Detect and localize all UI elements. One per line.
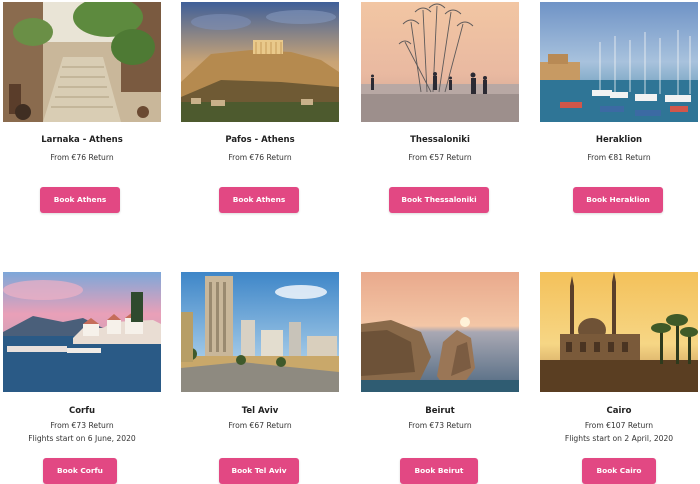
book-heraklion-button[interactable]: Book Heraklion — [573, 187, 663, 213]
card-title: Corfu — [68, 406, 96, 416]
corfu-coast-photo[interactable] — [3, 272, 161, 392]
book-corfu-button[interactable]: Book Corfu — [43, 458, 117, 484]
card-title: Tel Aviv — [241, 406, 279, 416]
card-title: Thessaloniki — [410, 135, 470, 145]
tel-aviv-skyline-photo[interactable] — [181, 272, 339, 392]
pigeon-rocks-photo[interactable] — [361, 272, 519, 392]
book-cairo-button[interactable]: Book Cairo — [582, 458, 656, 484]
acropolis-photo[interactable] — [181, 2, 339, 122]
harbour-photo[interactable] — [540, 2, 698, 122]
card-note: Flights start on 2 April, 2020 — [564, 434, 674, 443]
book-tel-aviv-button[interactable]: Book Tel Aviv — [219, 458, 299, 484]
card-title: Heraklion — [595, 135, 643, 145]
card-price: From €76 Return — [228, 153, 292, 162]
book-athens-button[interactable]: Book Athens — [40, 187, 120, 213]
card-title: Cairo — [606, 406, 632, 416]
card-price: From €73 Return — [408, 421, 472, 430]
mosque-photo[interactable] — [540, 272, 698, 392]
card-title: Beirut — [425, 406, 455, 416]
card-title: Pafos - Athens — [225, 135, 295, 145]
book-thessaloniki-button[interactable]: Book Thessaloniki — [389, 187, 489, 213]
book-beirut-button[interactable]: Book Beirut — [400, 458, 478, 484]
card-title: Larnaka - Athens — [41, 135, 123, 145]
umbrellas-sculpture-photo[interactable] — [361, 2, 519, 122]
card-price: From €107 Return — [584, 421, 654, 430]
card-price: From €67 Return — [228, 421, 292, 430]
athens-street-photo[interactable] — [3, 2, 161, 122]
card-price: From €76 Return — [50, 153, 114, 162]
card-price: From €81 Return — [587, 153, 651, 162]
card-price: From €73 Return — [50, 421, 114, 430]
book-athens-button[interactable]: Book Athens — [219, 187, 299, 213]
card-price: From €57 Return — [408, 153, 472, 162]
card-note: Flights start on 6 June, 2020 — [28, 434, 136, 443]
